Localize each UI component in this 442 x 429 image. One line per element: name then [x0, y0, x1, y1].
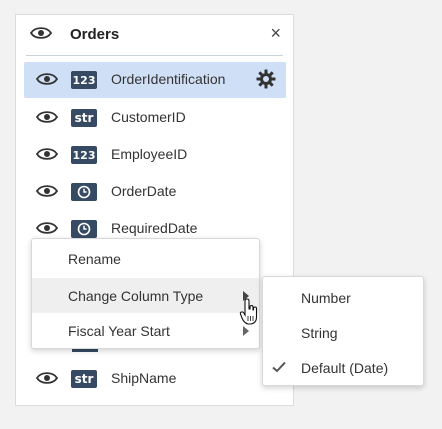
eye-icon[interactable]: [36, 184, 58, 198]
field-name: EmployeeID: [111, 146, 188, 162]
menu-item-default-date[interactable]: Default (Date): [263, 350, 423, 385]
menu-item-rename[interactable]: Rename: [32, 241, 259, 276]
field-name: OrderDate: [111, 183, 177, 199]
menu-item-label: Change Column Type: [68, 288, 204, 304]
menu-item-label: Default (Date): [301, 360, 389, 376]
menu-item-fiscal-year-start[interactable]: Fiscal Year Start: [32, 313, 259, 348]
string-type-icon: str: [71, 109, 97, 127]
number-type-icon: 123: [71, 146, 97, 164]
field-row-customerid[interactable]: str CustomerID: [24, 100, 286, 136]
field-name: OrderIdentification: [111, 71, 226, 87]
field-name: RequiredDate: [111, 220, 198, 236]
eye-icon[interactable]: [36, 110, 58, 124]
checkmark-icon: [272, 360, 286, 376]
string-type-icon: str: [71, 370, 97, 388]
eye-icon[interactable]: [36, 371, 58, 385]
column-type-submenu: Number String Default (Date): [262, 276, 424, 386]
panel-title: Orders: [70, 26, 120, 43]
menu-item-number[interactable]: Number: [263, 280, 423, 315]
eye-icon[interactable]: [36, 72, 58, 86]
eye-icon[interactable]: [36, 221, 58, 235]
menu-item-change-column-type[interactable]: Change Column Type: [32, 278, 259, 313]
eye-icon[interactable]: [30, 26, 52, 40]
field-name: CustomerID: [111, 109, 186, 125]
hand-pointer-icon: [239, 298, 259, 331]
menu-item-label: String: [301, 325, 338, 341]
clock-icon: [71, 220, 97, 238]
menu-item-label: Number: [301, 290, 351, 306]
eye-icon[interactable]: [36, 147, 58, 161]
menu-item-string[interactable]: String: [263, 315, 423, 350]
field-row-orderdate[interactable]: OrderDate: [24, 174, 286, 210]
panel-header: Orders ×: [16, 15, 293, 55]
header-divider: [26, 55, 283, 56]
number-type-icon: 123: [71, 71, 97, 89]
close-icon[interactable]: ×: [270, 24, 281, 42]
menu-item-label: Rename: [68, 251, 121, 267]
menu-item-label: Fiscal Year Start: [68, 323, 170, 339]
clock-icon: [71, 183, 97, 201]
field-row-employeeid[interactable]: 123 EmployeeID: [24, 137, 286, 173]
field-name: ShipName: [111, 370, 177, 386]
field-context-menu: Rename Change Column Type Fiscal Year St…: [31, 238, 260, 349]
gear-icon[interactable]: [256, 69, 276, 94]
field-row-orderidentification[interactable]: 123 OrderIdentification: [24, 62, 286, 98]
field-row-shipname[interactable]: str ShipName: [24, 361, 286, 397]
